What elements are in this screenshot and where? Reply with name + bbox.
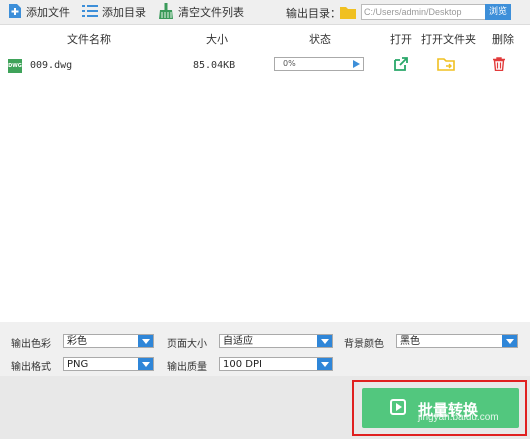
broom-icon <box>158 2 174 22</box>
output-format-value: PNG <box>67 359 89 370</box>
output-quality-label: 输出质量 <box>167 362 207 373</box>
file-name: 009.dwg <box>30 60 73 71</box>
output-color-select[interactable]: 彩色 <box>63 334 154 348</box>
output-color-value: 彩色 <box>67 336 87 347</box>
toolbar: 添加文件 添加目录 清空文件列表 输出目录： C:/Users/admin/De… <box>0 0 530 25</box>
open-file-icon[interactable] <box>394 57 408 74</box>
background-color-value: 黑色 <box>400 336 420 347</box>
output-quality-select[interactable]: 100 DPI <box>219 357 333 371</box>
add-file-label: 添加文件 <box>26 6 70 19</box>
open-folder-icon[interactable] <box>437 57 455 74</box>
clear-list-button[interactable]: 清空文件列表 <box>158 2 244 22</box>
output-settings-panel: 输出色彩 彩色 页面大小 自适应 背景颜色 黑色 输出格式 PNG 输出质量 1… <box>0 322 530 376</box>
start-play-icon[interactable] <box>353 60 360 68</box>
background-color-select[interactable]: 黑色 <box>396 334 518 348</box>
column-header-name: 文件名称 <box>67 33 111 46</box>
add-file-icon <box>8 3 22 22</box>
output-dir-label: 输出目录： <box>286 7 341 20</box>
output-format-label: 输出格式 <box>11 362 51 373</box>
clear-list-label: 清空文件列表 <box>178 6 244 19</box>
page-size-value: 自适应 <box>223 336 253 347</box>
page-size-label: 页面大小 <box>167 339 207 350</box>
chevron-down-icon <box>317 335 332 347</box>
column-header-status: 状态 <box>309 33 331 46</box>
chevron-down-icon <box>138 335 153 347</box>
output-path-field[interactable]: C:/Users/admin/Desktop <box>361 4 489 20</box>
browse-button[interactable]: 浏览 <box>485 4 511 20</box>
column-header-open-folder: 打开文件夹 <box>421 33 476 46</box>
output-format-select[interactable]: PNG <box>63 357 154 371</box>
output-color-label: 输出色彩 <box>11 339 51 350</box>
list-icon <box>82 4 98 21</box>
column-header-size: 大小 <box>206 33 228 46</box>
column-header-open: 打开 <box>390 33 412 46</box>
progress-text: 0% <box>283 59 296 68</box>
page-size-select[interactable]: 自适应 <box>219 334 333 348</box>
table-row[interactable]: DWG 009.dwg 85.04KB 0% <box>0 51 530 81</box>
add-directory-label: 添加目录 <box>102 6 146 19</box>
column-header-delete: 删除 <box>492 33 514 46</box>
folder-icon[interactable] <box>340 5 356 22</box>
watermark: jingyan.baidu.com <box>418 412 499 423</box>
file-list: 文件名称 大小 状态 打开 打开文件夹 删除 DWG 009.dwg 85.04… <box>0 25 530 322</box>
highlight-frame <box>352 380 527 436</box>
delete-icon[interactable] <box>493 57 505 74</box>
background-color-label: 背景颜色 <box>344 339 384 350</box>
dwg-file-icon: DWG <box>8 59 22 73</box>
chevron-down-icon <box>317 358 332 370</box>
add-file-button[interactable]: 添加文件 <box>8 3 70 22</box>
output-quality-value: 100 DPI <box>223 359 262 370</box>
add-directory-button[interactable]: 添加目录 <box>82 4 146 20</box>
progress-bar: 0% <box>274 57 364 71</box>
file-size: 85.04KB <box>193 60 236 71</box>
chevron-down-icon <box>138 358 153 370</box>
chevron-down-icon <box>502 335 517 347</box>
